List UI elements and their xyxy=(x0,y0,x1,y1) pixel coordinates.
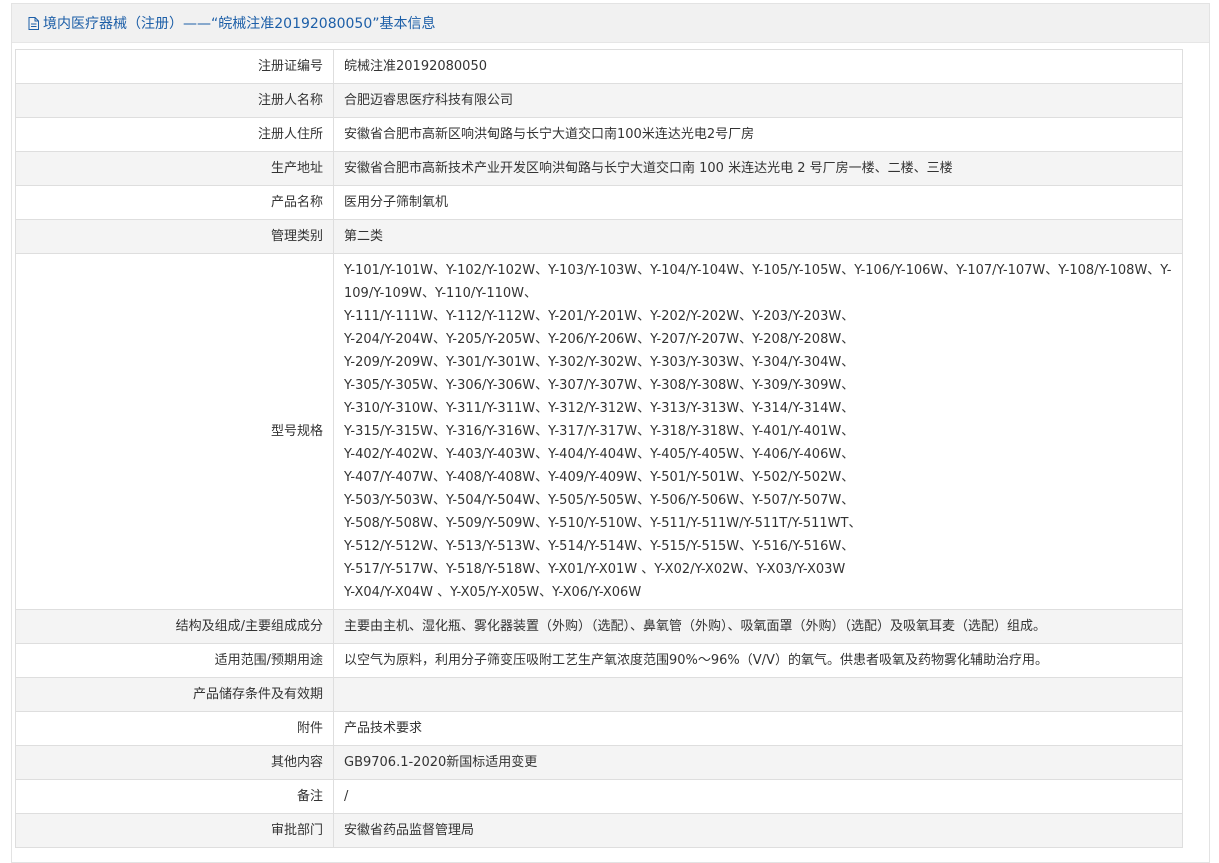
row-label: 产品储存条件及有效期 xyxy=(15,677,334,712)
model-line: Y-101/Y-101W、Y-102/Y-102W、Y-103/Y-103W、Y… xyxy=(344,263,1172,301)
table-row: 审批部门 安徽省药品监督管理局 xyxy=(15,813,1183,848)
other-content-value: GB9706.1-2020新国标适用变更 xyxy=(333,745,1183,780)
table-row: 结构及组成/主要组成成分 主要由主机、湿化瓶、雾化器装置（外购）（选配）、鼻氧管… xyxy=(15,609,1183,644)
management-category-value: 第二类 xyxy=(333,219,1183,254)
model-line: Y-517/Y-517W、Y-518/Y-518W、Y-X01/Y-X01W 、… xyxy=(344,562,846,577)
table-row: 产品储存条件及有效期 xyxy=(15,677,1183,712)
table-row: 适用范围/预期用途 以空气为原料，利用分子筛变压吸附工艺生产氧浓度范围90%～9… xyxy=(15,643,1183,678)
page-title: 境内医疗器械（注册）——“皖械注准20192080050”基本信息 xyxy=(43,16,436,32)
table-row: 型号规格 Y-101/Y-101W、Y-102/Y-102W、Y-103/Y-1… xyxy=(15,253,1183,610)
row-label: 结构及组成/主要组成成分 xyxy=(15,609,334,644)
table-row: 生产地址 安徽省合肥市高新技术产业开发区响洪甸路与长宁大道交口南 100 米连达… xyxy=(15,151,1183,186)
model-line: Y-512/Y-512W、Y-513/Y-513W、Y-514/Y-514W、Y… xyxy=(344,539,855,554)
table-row: 注册人住所 安徽省合肥市高新区响洪甸路与长宁大道交口南100米连达光电2号厂房 xyxy=(15,117,1183,152)
registrant-name-value: 合肥迈睿思医疗科技有限公司 xyxy=(333,83,1183,118)
row-label: 注册人名称 xyxy=(15,83,334,118)
table-row: 附件 产品技术要求 xyxy=(15,711,1183,746)
approval-department-value: 安徽省药品监督管理局 xyxy=(333,813,1183,848)
model-line: Y-402/Y-402W、Y-403/Y-403W、Y-404/Y-404W、Y… xyxy=(344,447,855,462)
table-row: 备注 / xyxy=(15,779,1183,814)
row-label: 注册证编号 xyxy=(15,49,334,84)
model-line: Y-X04/Y-X04W 、Y-X05/Y-X05W、Y-X06/Y-X06W xyxy=(344,585,642,600)
row-label: 型号规格 xyxy=(15,253,334,610)
row-label: 备注 xyxy=(15,779,334,814)
row-label: 注册人住所 xyxy=(15,117,334,152)
model-line: Y-508/Y-508W、Y-509/Y-509W、Y-510/Y-510W、Y… xyxy=(344,516,862,531)
storage-conditions-value xyxy=(333,677,1183,712)
registrant-address-value: 安徽省合肥市高新区响洪甸路与长宁大道交口南100米连达光电2号厂房 xyxy=(333,117,1183,152)
table-row: 其他内容 GB9706.1-2020新国标适用变更 xyxy=(15,745,1183,780)
row-label: 产品名称 xyxy=(15,185,334,220)
row-label: 审批部门 xyxy=(15,813,334,848)
row-label: 管理类别 xyxy=(15,219,334,254)
row-label: 适用范围/预期用途 xyxy=(15,643,334,678)
model-line: Y-204/Y-204W、Y-205/Y-205W、Y-206/Y-206W、Y… xyxy=(344,332,855,347)
table-row: 管理类别 第二类 xyxy=(15,219,1183,254)
panel-header: 境内医疗器械（注册）——“皖械注准20192080050”基本信息 xyxy=(12,4,1209,43)
remarks-value: / xyxy=(333,779,1183,814)
production-address-value: 安徽省合肥市高新技术产业开发区响洪甸路与长宁大道交口南 100 米连达光电 2 … xyxy=(333,151,1183,186)
model-spec-value: Y-101/Y-101W、Y-102/Y-102W、Y-103/Y-103W、Y… xyxy=(333,253,1183,610)
table-row: 注册证编号 皖械注准20192080050 xyxy=(15,49,1183,84)
row-label: 附件 xyxy=(15,711,334,746)
model-line: Y-503/Y-503W、Y-504/Y-504W、Y-505/Y-505W、Y… xyxy=(344,493,855,508)
model-line: Y-315/Y-315W、Y-316/Y-316W、Y-317/Y-317W、Y… xyxy=(344,424,855,439)
product-name-value: 医用分子筛制氧机 xyxy=(333,185,1183,220)
model-line: Y-111/Y-111W、Y-112/Y-112W、Y-201/Y-201W、Y… xyxy=(344,309,855,324)
model-line: Y-310/Y-310W、Y-311/Y-311W、Y-312/Y-312W、Y… xyxy=(344,401,855,416)
registration-number-value: 皖械注准20192080050 xyxy=(333,49,1183,84)
table-row: 注册人名称 合肥迈睿思医疗科技有限公司 xyxy=(15,83,1183,118)
row-label: 生产地址 xyxy=(15,151,334,186)
table-row: 产品名称 医用分子筛制氧机 xyxy=(15,185,1183,220)
intended-use-value: 以空气为原料，利用分子筛变压吸附工艺生产氧浓度范围90%～96%（V/V）的氧气… xyxy=(333,643,1183,678)
composition-value: 主要由主机、湿化瓶、雾化器装置（外购）（选配）、鼻氧管（外购）、吸氧面罩（外购）… xyxy=(333,609,1183,644)
attachment-value: 产品技术要求 xyxy=(333,711,1183,746)
document-icon xyxy=(28,16,39,30)
model-line: Y-305/Y-305W、Y-306/Y-306W、Y-307/Y-307W、Y… xyxy=(344,378,855,393)
info-table: 注册证编号 皖械注准20192080050 注册人名称 合肥迈睿思医疗科技有限公… xyxy=(15,49,1183,848)
row-label: 其他内容 xyxy=(15,745,334,780)
model-line: Y-209/Y-209W、Y-301/Y-301W、Y-302/Y-302W、Y… xyxy=(344,355,855,370)
model-line: Y-407/Y-407W、Y-408/Y-408W、Y-409/Y-409W、Y… xyxy=(344,470,855,485)
